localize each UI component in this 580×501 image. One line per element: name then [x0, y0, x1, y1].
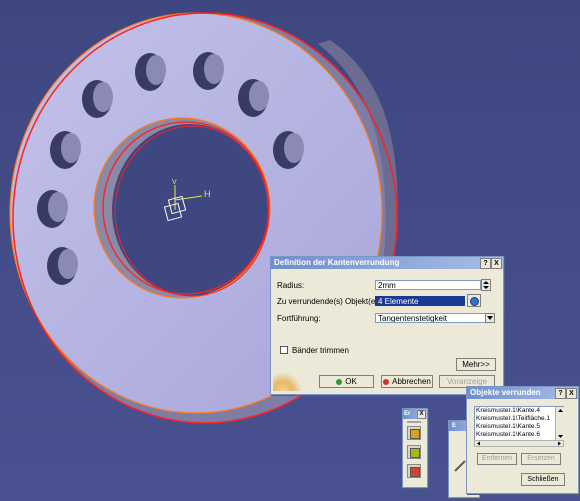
- trim-ribbons-label: Bänder trimmen: [292, 346, 349, 355]
- replace-button[interactable]: Ersetzen: [521, 453, 561, 465]
- floating-toolbar: Er X: [402, 408, 428, 488]
- cancel-label: Abbrechen: [392, 377, 431, 386]
- objects-close-button[interactable]: Schließen: [521, 473, 565, 486]
- floating-toolbar-title: Er: [404, 411, 411, 417]
- propagation-select[interactable]: Tangentenstetigkeit: [375, 313, 487, 323]
- object-list-button[interactable]: [467, 294, 481, 307]
- trim-ribbons-checkbox[interactable]: [280, 346, 288, 354]
- axis-h-label: H: [204, 189, 211, 199]
- objects-list-scrollbar[interactable]: [555, 407, 565, 440]
- toolbar-close-button[interactable]: X: [417, 410, 426, 419]
- objects-help-button[interactable]: ?: [555, 388, 566, 399]
- objects-label: Zu verrundende(s) Objekt(e):: [277, 297, 381, 306]
- cancel-button[interactable]: Abbrechen: [381, 375, 433, 388]
- list-item[interactable]: Kreismuster.1\Kante.6: [475, 431, 563, 439]
- radius-label: Radius:: [277, 281, 305, 290]
- edge-fillet-dialog: Definition der Kantenverrundung ? X Radi…: [270, 256, 504, 395]
- objects-close-icon-button[interactable]: X: [566, 388, 577, 399]
- secondary-toolbar-title: E: [452, 423, 457, 429]
- fillet-objects-dialog-title: Objekte verrunden: [470, 388, 541, 397]
- radius-input[interactable]: 2mm: [375, 280, 481, 290]
- chevron-down-icon[interactable]: [485, 313, 495, 323]
- objects-list[interactable]: Kreismuster.1\Kante.4 Kreismuster.1\Teil…: [474, 406, 564, 442]
- face-fillet-icon[interactable]: [407, 464, 421, 478]
- variable-fillet-icon[interactable]: [407, 445, 421, 459]
- propagation-label: Fortführung:: [277, 314, 321, 323]
- fillet-objects-dialog: Objekte verrunden ? X Kreismuster.1\Kant…: [466, 386, 579, 494]
- edge-fillet-dialog-titlebar[interactable]: Definition der Kantenverrundung ? X: [271, 257, 503, 269]
- objects-list-hscrollbar[interactable]: [474, 440, 564, 447]
- cancel-icon: [383, 379, 390, 385]
- close-button[interactable]: X: [491, 258, 502, 269]
- remove-button[interactable]: Entfernen: [477, 453, 517, 465]
- ok-button[interactable]: OK: [319, 375, 374, 388]
- toolbar-divider: [407, 421, 421, 423]
- catia-logo: [273, 373, 303, 391]
- edge-fillet-icon[interactable]: [407, 426, 421, 440]
- fillet-objects-dialog-titlebar[interactable]: Objekte verrunden ? X: [467, 387, 578, 399]
- ok-label: OK: [345, 377, 357, 386]
- help-button[interactable]: ?: [480, 258, 491, 269]
- list-icon: [469, 297, 479, 306]
- floating-toolbar-titlebar[interactable]: Er X: [403, 409, 427, 419]
- radius-spinner[interactable]: [481, 279, 491, 291]
- list-item[interactable]: Kreismuster.1\Kante.5: [475, 423, 563, 431]
- pencil-icon[interactable]: [454, 460, 466, 472]
- ok-icon: [336, 379, 343, 385]
- more-button[interactable]: Mehr>>: [456, 358, 496, 371]
- list-item[interactable]: Kreismuster.1\Teilfläche.1: [475, 415, 563, 423]
- objects-field[interactable]: 4 Elemente: [375, 296, 465, 306]
- list-item[interactable]: Kreismuster.1\Kante.4: [475, 407, 563, 415]
- axis-v-label: V: [172, 179, 177, 186]
- edge-fillet-dialog-title: Definition der Kantenverrundung: [274, 258, 400, 267]
